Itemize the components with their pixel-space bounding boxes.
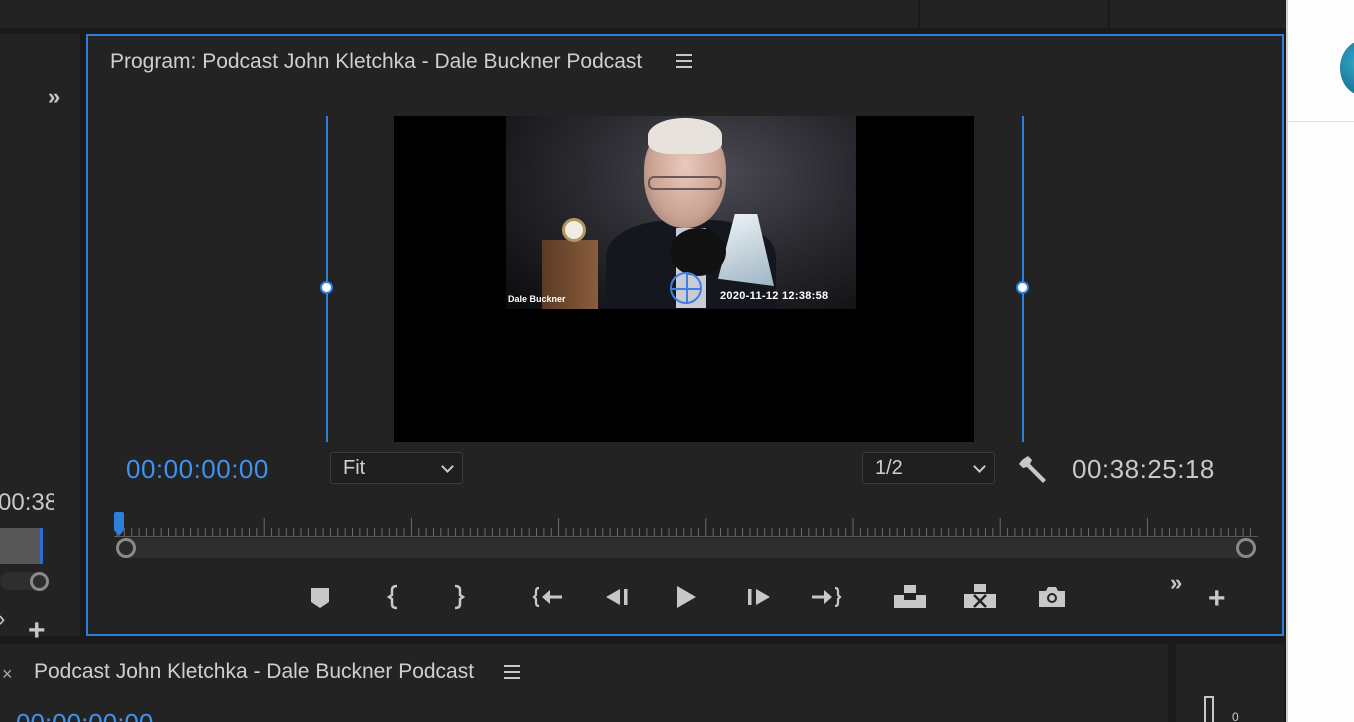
lift-button[interactable] [892, 580, 928, 614]
panel-menu-icon[interactable] [676, 54, 692, 68]
timeline-tab-title[interactable]: Podcast John Kletchka - Dale Buckner Pod… [34, 660, 474, 684]
audio-meter-icon [1204, 696, 1214, 722]
extract-button[interactable] [962, 580, 998, 614]
panel-menu-icon[interactable] [504, 665, 520, 679]
audio-meters-panel: 0 [1176, 644, 1284, 722]
expand-icon[interactable]: » [48, 84, 60, 110]
program-video-frame[interactable]: Dale Buckner 2020-11-12 12:38:58 [394, 116, 974, 442]
guide-handle-left[interactable] [320, 281, 333, 294]
zoom-level-select[interactable]: Fit [330, 452, 463, 484]
top-panel-strip [0, 0, 1286, 28]
expand-icon[interactable]: » [1170, 570, 1182, 596]
avatar[interactable] [1340, 40, 1354, 96]
chevron-right-icon[interactable]: › [0, 606, 5, 632]
source-monitor-panel: » 00:38 › + [0, 34, 80, 646]
extract-icon [964, 584, 996, 608]
divider [1288, 121, 1354, 122]
step-back-icon [606, 589, 628, 605]
zoom-scrollbar[interactable] [116, 538, 1254, 558]
premiere-workspace: » 00:38 › + Program: Podcast John Kletch… [0, 0, 1354, 722]
go-to-out-icon [812, 586, 842, 608]
panel-divider [1108, 0, 1110, 28]
duration-timecode: 00:38:25:18 [1072, 454, 1215, 484]
video-timestamp-overlay: 2020-11-12 12:38:58 [720, 290, 829, 302]
chevron-down-icon [441, 460, 454, 473]
zoom-scrollbar-end-handle[interactable] [1236, 538, 1256, 558]
panel-title[interactable]: Program: Podcast John Kletchka - Dale Bu… [110, 50, 642, 74]
ruler-baseline [114, 536, 1258, 537]
guide-handle-right[interactable] [1016, 281, 1029, 294]
mark-in-button[interactable] [376, 580, 412, 614]
safe-margin-guide-right [1022, 116, 1024, 442]
playback-resolution-select[interactable]: 1/2 [862, 452, 995, 484]
video-image: Dale Buckner 2020-11-12 12:38:58 [506, 116, 856, 309]
timeline-panel[interactable]: × Podcast John Kletchka - Dale Buckner P… [0, 644, 1168, 722]
export-frame-button[interactable] [1034, 580, 1070, 614]
video-name-overlay: Dale Buckner [508, 294, 566, 304]
step-back-button[interactable] [600, 580, 636, 614]
resolution-value: 1/2 [875, 457, 903, 479]
source-clip-thumbnail [0, 528, 42, 564]
zoom-scrollbar-start-handle[interactable] [116, 538, 136, 558]
chevron-down-icon [973, 460, 986, 473]
go-to-out-button[interactable] [808, 580, 844, 614]
safe-margin-guide-left [326, 116, 328, 442]
source-timecode: 00:38 [0, 489, 54, 516]
mark-out-button[interactable] [440, 580, 476, 614]
playhead-tip [114, 530, 124, 536]
lift-icon [894, 585, 926, 608]
crosshair-icon [670, 272, 702, 304]
step-forward-button[interactable] [740, 580, 776, 614]
playhead[interactable] [114, 512, 124, 530]
program-monitor-panel[interactable]: Program: Podcast John Kletchka - Dale Bu… [86, 34, 1284, 636]
camera-icon [1039, 587, 1065, 607]
button-editor-add-button[interactable]: + [1208, 584, 1226, 614]
go-to-in-button[interactable] [530, 580, 566, 614]
mark-out-icon [454, 584, 466, 610]
source-playhead[interactable] [40, 528, 43, 564]
panel-divider [918, 0, 920, 28]
time-ruler[interactable] [114, 512, 1258, 540]
close-icon[interactable]: × [2, 664, 13, 685]
wrench-icon[interactable] [1018, 454, 1052, 484]
source-zoom-handle[interactable] [30, 572, 49, 591]
external-window [1286, 0, 1354, 722]
audio-meter-zero-label: 0 [1232, 710, 1239, 722]
play-icon [677, 586, 696, 608]
step-forward-icon [748, 589, 770, 605]
go-to-in-icon [532, 586, 562, 608]
add-button[interactable]: + [28, 616, 46, 646]
marker-icon [311, 588, 329, 608]
playhead-timecode[interactable]: 00:00:00:00 [126, 454, 269, 485]
add-marker-button[interactable] [302, 580, 338, 614]
play-button[interactable] [668, 580, 704, 614]
mark-in-icon [386, 584, 398, 610]
timeline-timecode[interactable]: 00:00:00:00 [16, 708, 153, 722]
zoom-level-value: Fit [343, 457, 366, 479]
